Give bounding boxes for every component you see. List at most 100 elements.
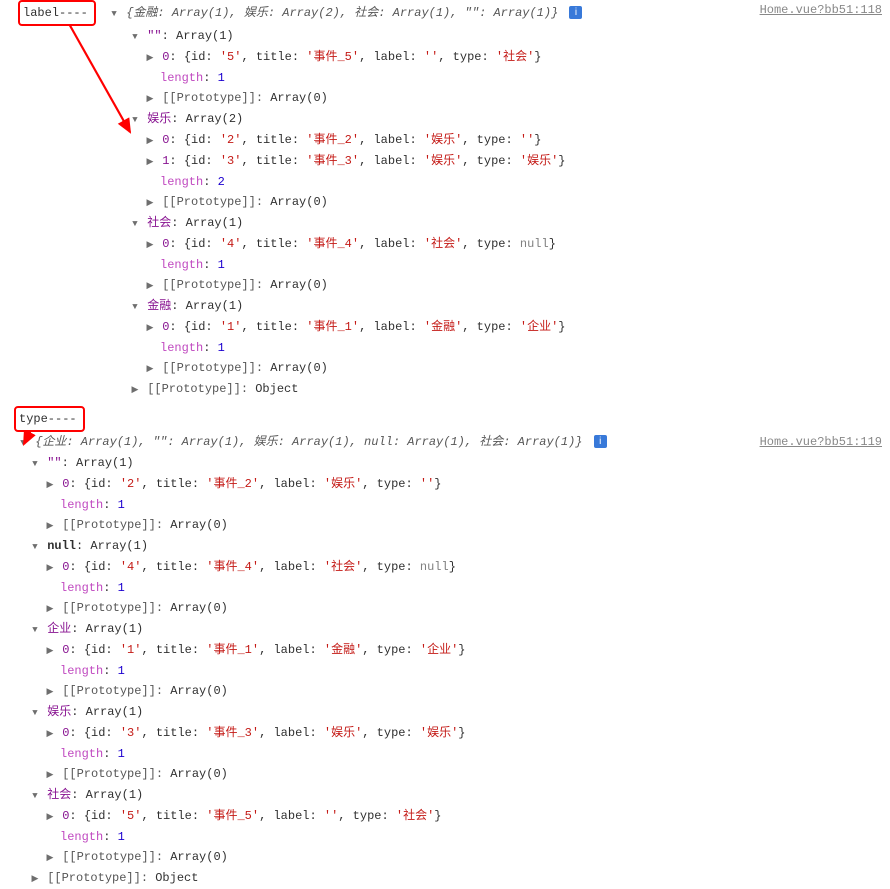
expand-toggle[interactable]: ▶ xyxy=(45,641,55,661)
expand-toggle[interactable]: ▶ xyxy=(45,475,55,495)
expand-toggle[interactable]: ▶ xyxy=(45,599,55,619)
expand-toggle[interactable]: ▶ xyxy=(130,380,140,400)
prototype-row[interactable]: ▶ [[Prototype]]: Array(0) xyxy=(0,88,890,109)
length-value: 1 xyxy=(118,498,125,512)
array-item-row[interactable]: ▶ 0: {id: '2', title: '事件_2', label: '娱乐… xyxy=(0,130,890,151)
group-header-row[interactable]: ▼ 娱乐: Array(1) xyxy=(0,702,890,723)
length-row: length: 1 xyxy=(0,744,890,764)
object-summary[interactable]: {企业: Array(1), "": Array(1), 娱乐: Array(1… xyxy=(35,435,582,449)
console-log-header-1: label---- ▼ {金融: Array(1), 娱乐: Array(2),… xyxy=(0,0,890,26)
expand-toggle[interactable]: ▼ xyxy=(18,433,28,453)
prototype-label: [[Prototype]] xyxy=(62,767,156,781)
console-log-header-2: ▼ {企业: Array(1), "": Array(1), 娱乐: Array… xyxy=(0,432,890,453)
prototype-label: [[Prototype]] xyxy=(62,601,156,615)
prototype-row[interactable]: ▶ [[Prototype]]: Array(0) xyxy=(0,515,890,536)
item-preview: {id: '5', title: '事件_5', label: '', type… xyxy=(84,809,442,823)
length-value: 1 xyxy=(118,581,125,595)
group-header-row[interactable]: ▼ "": Array(1) xyxy=(0,453,890,474)
expand-toggle[interactable]: ▼ xyxy=(30,703,40,723)
item-preview: {id: '2', title: '事件_2', label: '娱乐', ty… xyxy=(84,477,442,491)
expand-toggle[interactable]: ▶ xyxy=(30,869,40,889)
prototype-row[interactable]: ▶ [[Prototype]]: Object xyxy=(0,868,890,889)
group-header-row[interactable]: ▼ 金融: Array(1) xyxy=(0,296,890,317)
expand-toggle[interactable]: ▶ xyxy=(145,152,155,172)
prototype-label: [[Prototype]] xyxy=(62,684,156,698)
group-header-row[interactable]: ▼ 娱乐: Array(2) xyxy=(0,109,890,130)
expand-toggle[interactable]: ▼ xyxy=(130,214,140,234)
length-row: length: 1 xyxy=(0,495,890,515)
highlight-box-label: label---- xyxy=(18,0,96,26)
prototype-label: [[Prototype]] xyxy=(62,850,156,864)
prototype-row[interactable]: ▶ [[Prototype]]: Object xyxy=(0,379,890,400)
length-value: 1 xyxy=(118,830,125,844)
prototype-value: Array(0) xyxy=(270,278,328,292)
expand-toggle[interactable]: ▶ xyxy=(45,516,55,536)
prototype-value: Array(0) xyxy=(170,601,228,615)
log-prefix-label: label---- xyxy=(23,6,88,20)
array-item-row[interactable]: ▶ 0: {id: '1', title: '事件_1', label: '金融… xyxy=(0,317,890,338)
expand-toggle[interactable]: ▶ xyxy=(145,131,155,151)
array-item-row[interactable]: ▶ 0: {id: '4', title: '事件_4', label: '社会… xyxy=(0,234,890,255)
group-header-row[interactable]: ▼ 社会: Array(1) xyxy=(0,785,890,806)
array-item-row[interactable]: ▶ 1: {id: '3', title: '事件_3', label: '娱乐… xyxy=(0,151,890,172)
expand-toggle[interactable]: ▶ xyxy=(145,276,155,296)
prototype-row[interactable]: ▶ [[Prototype]]: Array(0) xyxy=(0,598,890,619)
group-key: 娱乐 xyxy=(147,112,171,126)
expand-toggle[interactable]: ▶ xyxy=(145,318,155,338)
length-value: 1 xyxy=(218,71,225,85)
length-label: length xyxy=(60,747,103,761)
prototype-value: Object xyxy=(155,871,198,885)
info-icon[interactable]: i xyxy=(569,6,582,19)
group-header-row[interactable]: ▼ 企业: Array(1) xyxy=(0,619,890,640)
object-summary[interactable]: {金融: Array(1), 娱乐: Array(2), 社会: Array(1… xyxy=(126,6,558,20)
expand-toggle[interactable]: ▶ xyxy=(45,558,55,578)
group-key: 社会 xyxy=(47,788,71,802)
expand-toggle[interactable]: ▶ xyxy=(145,235,155,255)
expand-toggle[interactable]: ▼ xyxy=(130,27,140,47)
array-item-row[interactable]: ▶ 0: {id: '1', title: '事件_1', label: '金融… xyxy=(0,640,890,661)
group-type: Array(1) xyxy=(90,539,148,553)
array-item-row[interactable]: ▶ 0: {id: '5', title: '事件_5', label: '',… xyxy=(0,806,890,827)
prototype-row[interactable]: ▶ [[Prototype]]: Array(0) xyxy=(0,192,890,213)
prototype-value: Array(0) xyxy=(270,91,328,105)
group-type: Array(1) xyxy=(186,299,244,313)
expand-toggle[interactable]: ▶ xyxy=(45,848,55,868)
length-label: length xyxy=(60,664,103,678)
expand-toggle[interactable]: ▶ xyxy=(45,765,55,785)
expand-toggle[interactable]: ▼ xyxy=(130,110,140,130)
prototype-value: Array(0) xyxy=(170,767,228,781)
group-header-row[interactable]: ▼ "": Array(1) xyxy=(0,26,890,47)
length-label: length xyxy=(60,581,103,595)
array-item-row[interactable]: ▶ 0: {id: '5', title: '事件_5', label: '',… xyxy=(0,47,890,68)
prototype-row[interactable]: ▶ [[Prototype]]: Array(0) xyxy=(0,358,890,379)
expand-toggle[interactable]: ▼ xyxy=(109,4,119,24)
expand-toggle[interactable]: ▶ xyxy=(45,724,55,744)
group-header-row[interactable]: ▼ null: Array(1) xyxy=(0,536,890,557)
expand-toggle[interactable]: ▼ xyxy=(30,620,40,640)
expand-toggle[interactable]: ▼ xyxy=(30,537,40,557)
info-icon[interactable]: i xyxy=(594,435,607,448)
expand-toggle[interactable]: ▶ xyxy=(145,89,155,109)
expand-toggle[interactable]: ▶ xyxy=(45,682,55,702)
group-header-row[interactable]: ▼ 社会: Array(1) xyxy=(0,213,890,234)
expand-toggle[interactable]: ▼ xyxy=(30,454,40,474)
group-key: 娱乐 xyxy=(47,705,71,719)
prototype-row[interactable]: ▶ [[Prototype]]: Array(0) xyxy=(0,275,890,296)
source-link-2[interactable]: Home.vue?bb51:119 xyxy=(760,432,882,452)
source-link-1[interactable]: Home.vue?bb51:118 xyxy=(760,0,882,20)
expand-toggle[interactable]: ▼ xyxy=(30,786,40,806)
item-preview: {id: '3', title: '事件_3', label: '娱乐', ty… xyxy=(84,726,466,740)
expand-toggle[interactable]: ▼ xyxy=(130,297,140,317)
array-item-row[interactable]: ▶ 0: {id: '2', title: '事件_2', label: '娱乐… xyxy=(0,474,890,495)
expand-toggle[interactable]: ▶ xyxy=(45,807,55,827)
prototype-row[interactable]: ▶ [[Prototype]]: Array(0) xyxy=(0,847,890,868)
expand-toggle[interactable]: ▶ xyxy=(145,48,155,68)
prototype-row[interactable]: ▶ [[Prototype]]: Array(0) xyxy=(0,764,890,785)
length-row: length: 1 xyxy=(0,827,890,847)
expand-toggle[interactable]: ▶ xyxy=(145,193,155,213)
array-item-row[interactable]: ▶ 0: {id: '4', title: '事件_4', label: '社会… xyxy=(0,557,890,578)
expand-toggle[interactable]: ▶ xyxy=(145,359,155,379)
group-type: Array(1) xyxy=(76,456,134,470)
prototype-row[interactable]: ▶ [[Prototype]]: Array(0) xyxy=(0,681,890,702)
array-item-row[interactable]: ▶ 0: {id: '3', title: '事件_3', label: '娱乐… xyxy=(0,723,890,744)
